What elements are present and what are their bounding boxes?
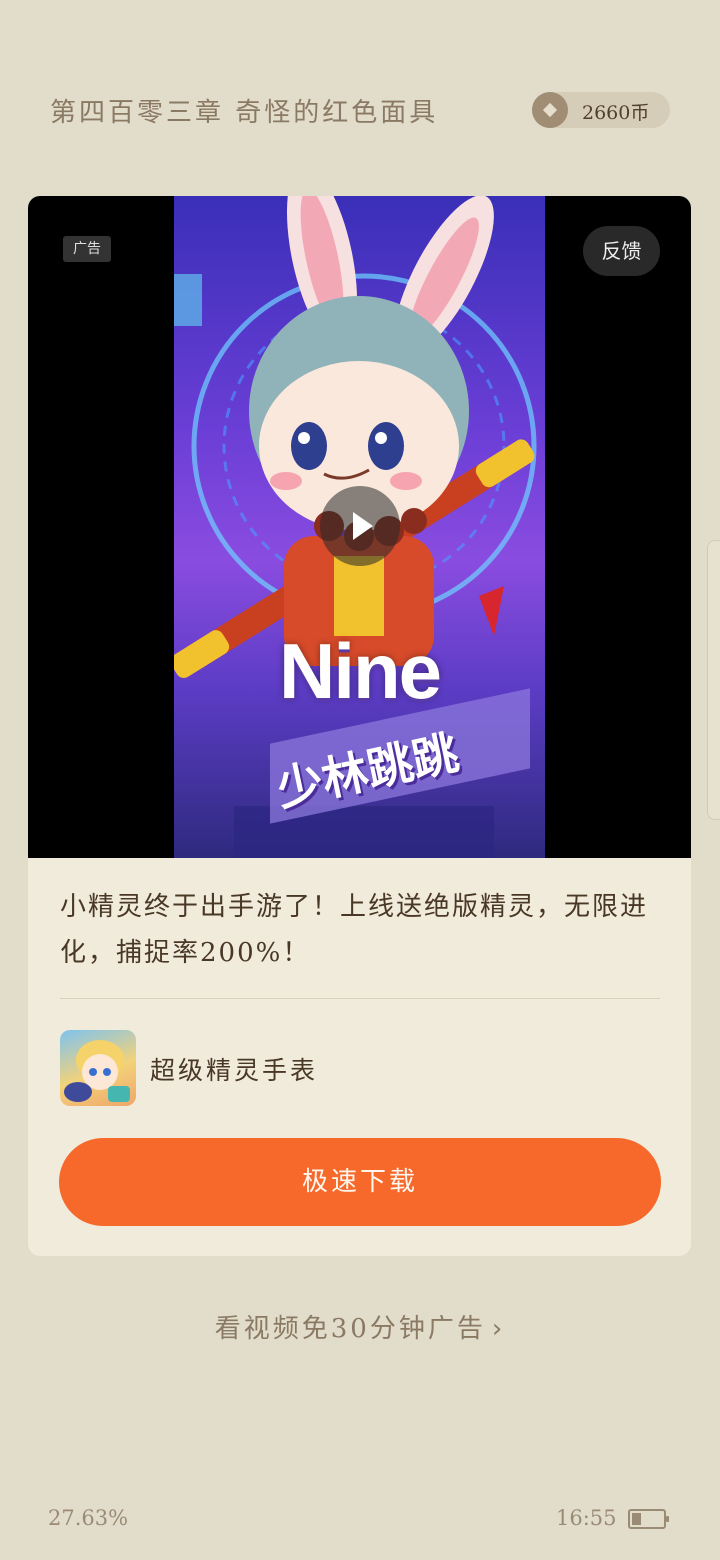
- app-name[interactable]: 超级精灵手表: [150, 1051, 318, 1087]
- chapter-title: 第四百零三章 奇怪的红色面具: [50, 98, 439, 128]
- video-overlay-text: Nine: [278, 627, 442, 715]
- download-button[interactable]: 极速下载: [59, 1138, 661, 1226]
- watch-video-label: 看视频免30分钟广告: [214, 1314, 486, 1344]
- ad-video-player[interactable]: Nine 少林跳跳 广告 反馈: [28, 196, 691, 858]
- ad-badge: 广告: [63, 236, 111, 262]
- ad-card[interactable]: Nine 少林跳跳 广告 反馈 小精灵终于出手游了！上线送绝版精灵，无限进化，捕…: [28, 196, 691, 1256]
- chevron-right-icon: ›: [491, 1314, 506, 1344]
- feedback-button[interactable]: 反馈: [583, 226, 660, 276]
- battery-level: [632, 1513, 641, 1525]
- app-icon-art: [64, 1040, 130, 1102]
- play-icon[interactable]: [320, 486, 400, 566]
- coin-balance-pill[interactable]: 2660币: [532, 92, 670, 128]
- clock-time: 16:55: [556, 1506, 617, 1530]
- coin-balance-text: 2660币: [582, 102, 650, 124]
- battery-icon: [628, 1509, 669, 1529]
- watch-video-remove-ads-link[interactable]: 看视频免30分钟广告 ›: [0, 1308, 720, 1345]
- divider: [60, 998, 660, 999]
- coin-icon: [532, 92, 568, 128]
- app-icon[interactable]: [60, 1030, 136, 1106]
- side-scroll-handle[interactable]: [707, 540, 720, 820]
- reading-progress: 27.63%: [48, 1506, 129, 1530]
- ad-description: 小精灵终于出手游了！上线送绝版精灵，无限进化，捕捉率200%！: [60, 892, 649, 968]
